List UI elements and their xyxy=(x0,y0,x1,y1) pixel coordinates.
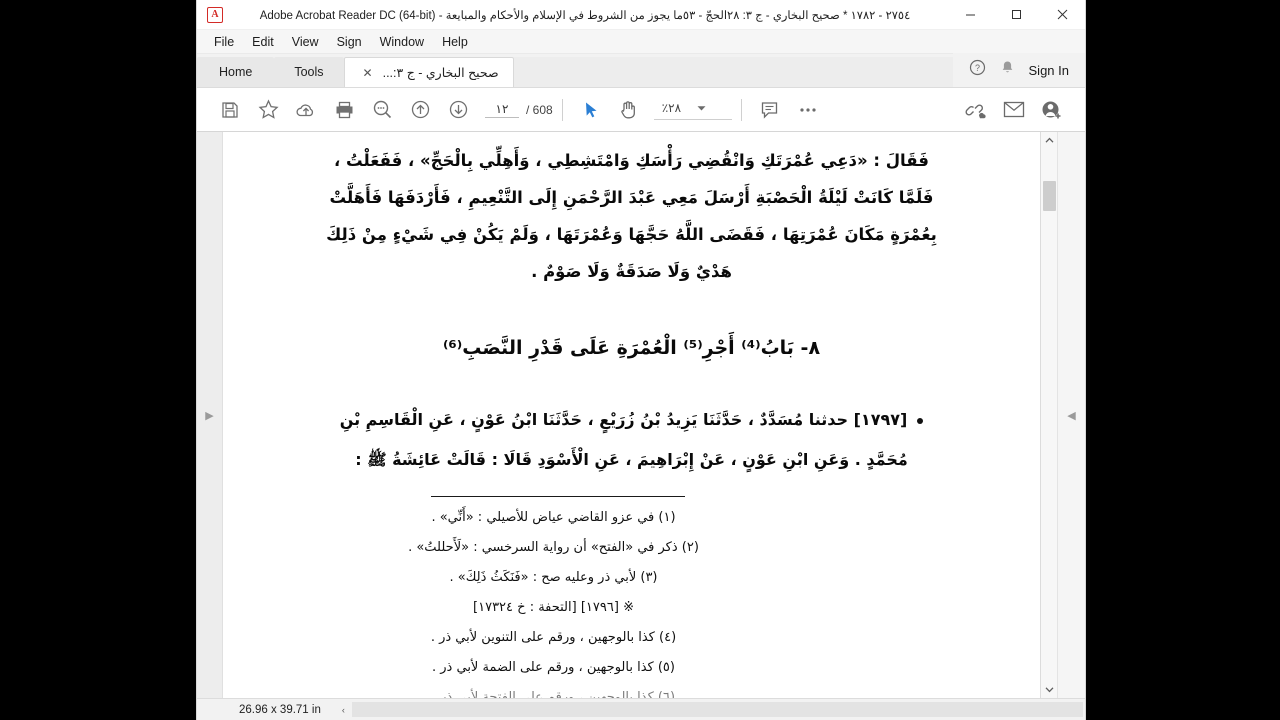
footnote-item: (٢) ذكر في «الفتح» أن رواية السرخسي : «ل… xyxy=(408,540,699,555)
right-panel-toggle[interactable]: ◀ xyxy=(1057,132,1085,698)
footnote-item-clipped: (٦) كذا بالوجهين ، ورقم على الفتحة لأبي … xyxy=(431,690,676,698)
page-navigation: ١٢ / 608 xyxy=(485,102,553,118)
chapter-heading: ٨- بَابُ⁽⁴⁾ أَجْرِ⁽⁵⁾ الْعُمْرَةِ عَلَى … xyxy=(442,337,821,359)
zoom-level-value: ٢٨٪ xyxy=(661,101,682,115)
document-viewer: ▶ فَقَالَ : «دَعِي عُمْرَتَكِ وَانْقُضِي… xyxy=(197,132,1085,698)
page-dimensions-label: 26.96 x 39.71 in xyxy=(239,703,321,716)
comment-icon[interactable] xyxy=(751,91,789,129)
scroll-left-icon[interactable]: ‹ xyxy=(335,701,352,718)
footnote-divider xyxy=(431,496,685,497)
footnote-item: (٣) لأبي ذر وعليه صح : «فَنَكَثُ ذَلِكَ»… xyxy=(449,570,658,585)
scrollbar-thumb[interactable] xyxy=(1042,181,1056,211)
title-bar: A ٢٧٥٤ - ١٧٨٢ * صحيح البخاري - ج ٣: ٢٨ال… xyxy=(197,0,1085,30)
star-icon[interactable] xyxy=(249,91,287,129)
tab-home[interactable]: Home xyxy=(197,57,275,87)
footnotes: (١) في عزو القاضي عياض للأصيلي : «أَنِّي… xyxy=(263,503,1000,698)
page-content: فَقَالَ : «دَعِي عُمْرَتَكِ وَانْقُضِي ر… xyxy=(263,142,1000,698)
acrobat-app-icon: A xyxy=(207,6,223,23)
more-options-icon[interactable] xyxy=(789,91,827,129)
chevron-right-icon: ▶ xyxy=(205,409,214,422)
menu-window[interactable]: Window xyxy=(371,31,433,53)
hadith-line: مُحَمَّدٍ . وَعَنِ ابْنِ عَوْنٍ ، عَنْ إ… xyxy=(355,450,908,469)
menu-view[interactable]: View xyxy=(283,31,328,53)
tab-document-label: صحيح البخاري - ج ٣:... xyxy=(382,66,499,80)
help-icon[interactable]: ? xyxy=(969,59,986,81)
hadith-block: [١٧٩٧] حدثنا مُسَدَّدٌ ، حَدَّثَنَا يَزِ… xyxy=(263,400,1000,480)
save-icon[interactable] xyxy=(211,91,249,129)
page-total-label: / 608 xyxy=(526,102,553,117)
page-number-input[interactable]: ١٢ xyxy=(485,102,519,118)
toolbar: ١٢ / 608 ٢٨٪ xyxy=(197,88,1085,132)
minimize-icon[interactable] xyxy=(947,0,993,30)
next-page-icon[interactable] xyxy=(439,91,477,129)
menu-file[interactable]: File xyxy=(205,31,243,53)
scroll-up-icon[interactable] xyxy=(1041,132,1058,149)
notification-bell-icon[interactable] xyxy=(1000,60,1015,81)
close-icon[interactable]: ✕ xyxy=(363,66,373,80)
tab-tools[interactable]: Tools xyxy=(274,57,344,87)
window-controls xyxy=(947,0,1085,30)
footnote-item: (٤) كذا بالوجهين ، ورقم على التنوين لأبي… xyxy=(430,630,677,645)
maximize-icon[interactable] xyxy=(993,0,1039,30)
body-line: فَقَالَ : «دَعِي عُمْرَتَكِ وَانْقُضِي ر… xyxy=(334,151,929,170)
tab-right-controls: ? Sign In xyxy=(952,53,1085,87)
acrobat-reader-window: A ٢٧٥٤ - ١٧٨٢ * صحيح البخاري - ج ٣: ٢٨ال… xyxy=(196,0,1086,720)
svg-text:?: ? xyxy=(975,63,980,73)
select-tool-icon[interactable] xyxy=(572,91,610,129)
screen: A ٢٧٥٤ - ١٧٨٢ * صحيح البخاري - ج ٣: ٢٨ال… xyxy=(0,0,1280,720)
menu-bar: File Edit View Sign Window Help xyxy=(197,30,1085,54)
sign-in-button[interactable]: Sign In xyxy=(1029,63,1069,78)
add-person-icon[interactable] xyxy=(1033,91,1071,129)
left-panel-toggle[interactable]: ▶ xyxy=(197,132,223,698)
scroll-down-icon[interactable] xyxy=(1041,681,1058,698)
hadith-line: [١٧٩٧] حدثنا مُسَدَّدٌ ، حَدَّثَنَا يَزِ… xyxy=(263,400,1000,440)
cloud-upload-icon[interactable] xyxy=(287,91,325,129)
vertical-scrollbar[interactable] xyxy=(1040,132,1057,698)
status-bar: 26.96 x 39.71 in ‹ xyxy=(197,698,1085,720)
pdf-page[interactable]: فَقَالَ : «دَعِي عُمْرَتَكِ وَانْقُضِي ر… xyxy=(223,132,1040,698)
search-icon[interactable] xyxy=(363,91,401,129)
horizontal-scrollbar[interactable] xyxy=(351,702,1083,717)
body-line: بِعُمْرَةٍ مَكَانَ عُمْرَتِهَا ، فَقَضَى… xyxy=(326,225,937,244)
chevron-down-icon[interactable] xyxy=(697,99,706,117)
tab-document[interactable]: صحيح البخاري - ج ٣:... ✕ xyxy=(343,57,514,87)
zoom-control[interactable]: ٢٨٪ xyxy=(653,99,732,120)
previous-page-icon[interactable] xyxy=(401,91,439,129)
tuhfa-reference: ※ [١٧٩٦] [التحفة : خ ١٧٣٢٤] xyxy=(473,600,634,615)
footnote-item: (١) في عزو القاضي عياض للأصيلي : «أَنِّي… xyxy=(431,510,676,525)
hadith-text: [١٧٩٧] حدثنا مُسَدَّدٌ ، حَدَّثَنَا يَزِ… xyxy=(339,410,908,429)
print-icon[interactable] xyxy=(325,91,363,129)
tab-strip: Home Tools صحيح البخاري - ج ٣:... ✕ ? Si… xyxy=(197,53,1085,88)
menu-help[interactable]: Help xyxy=(433,31,477,53)
window-title: ٢٧٥٤ - ١٧٨٢ * صحيح البخاري - ج ٣: ٢٨الحج… xyxy=(259,9,911,22)
tab-spacer xyxy=(513,57,953,87)
toolbar-divider xyxy=(561,98,563,121)
email-icon[interactable] xyxy=(995,91,1033,129)
toolbar-divider xyxy=(740,98,742,121)
share-link-icon[interactable] xyxy=(957,91,995,129)
scrollbar-track[interactable] xyxy=(1041,149,1058,681)
body-line: فَلَمَّا كَانَتْ لَيْلَةُ الْحَصْبَةِ أَ… xyxy=(329,188,934,207)
hand-tool-icon[interactable] xyxy=(610,91,648,129)
menu-edit[interactable]: Edit xyxy=(243,31,283,53)
chevron-left-icon: ◀ xyxy=(1067,409,1076,422)
menu-sign[interactable]: Sign xyxy=(328,31,371,53)
close-icon[interactable] xyxy=(1039,0,1085,30)
body-line: هَدْيٌ وَلَا صَدَقَةٌ وَلَا صَوْمٌ . xyxy=(531,262,732,281)
footnote-item: (٥) كذا بالوجهين ، ورقم على الضمة لأبي ذ… xyxy=(432,660,675,675)
bullet-icon xyxy=(917,417,924,424)
